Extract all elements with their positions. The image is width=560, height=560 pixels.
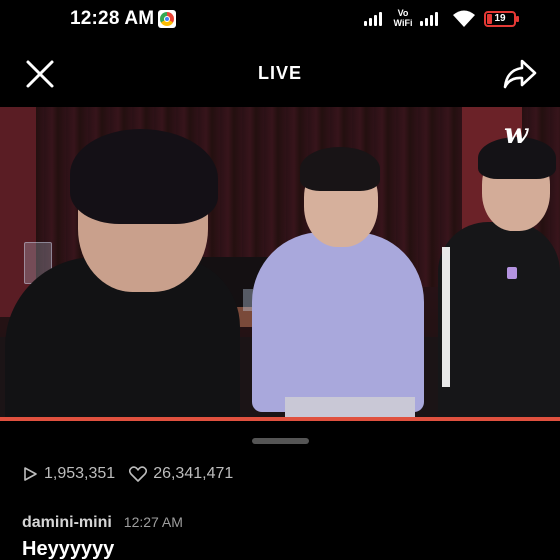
video-progress-fill bbox=[0, 417, 560, 421]
person-middle bbox=[252, 232, 424, 412]
comment-timestamp: 12:27 AM bbox=[123, 514, 183, 530]
signal-icon bbox=[364, 12, 388, 26]
live-video[interactable]: w bbox=[0, 107, 560, 420]
status-time: 12:28 AM bbox=[70, 8, 155, 29]
stats-row: 1,953,351 26,341,471 bbox=[22, 463, 247, 485]
comment-text: Heyyyyyy bbox=[22, 538, 115, 560]
battery-icon: 19 bbox=[484, 11, 519, 27]
status-bar: 12:28 AM Vo WiFi 19 bbox=[0, 0, 560, 38]
comment-item: damini-mini 12:27 AM Heyyyyyy bbox=[22, 514, 542, 560]
person-right bbox=[438, 222, 560, 420]
share-icon bbox=[503, 59, 537, 89]
wifi-icon bbox=[453, 10, 475, 27]
signal-icon-2 bbox=[420, 12, 444, 26]
weverse-logo: w bbox=[504, 117, 529, 150]
video-progress-bar bbox=[0, 417, 560, 421]
comment-username[interactable]: damini-mini bbox=[22, 514, 112, 532]
vowifi-label: Vo WiFi bbox=[393, 8, 413, 28]
play-icon bbox=[24, 467, 37, 481]
heart-icon bbox=[129, 466, 148, 482]
page-title: LIVE bbox=[257, 63, 302, 83]
view-count: 1,953,351 bbox=[22, 465, 115, 483]
battery-level: 19 bbox=[494, 13, 506, 24]
chrome-icon bbox=[158, 10, 176, 28]
view-count-value: 1,953,351 bbox=[44, 465, 116, 482]
like-count: 26,341,471 bbox=[129, 465, 233, 483]
share-button[interactable] bbox=[502, 56, 538, 92]
like-count-value: 26,341,471 bbox=[153, 465, 234, 482]
drag-handle[interactable] bbox=[252, 438, 309, 444]
